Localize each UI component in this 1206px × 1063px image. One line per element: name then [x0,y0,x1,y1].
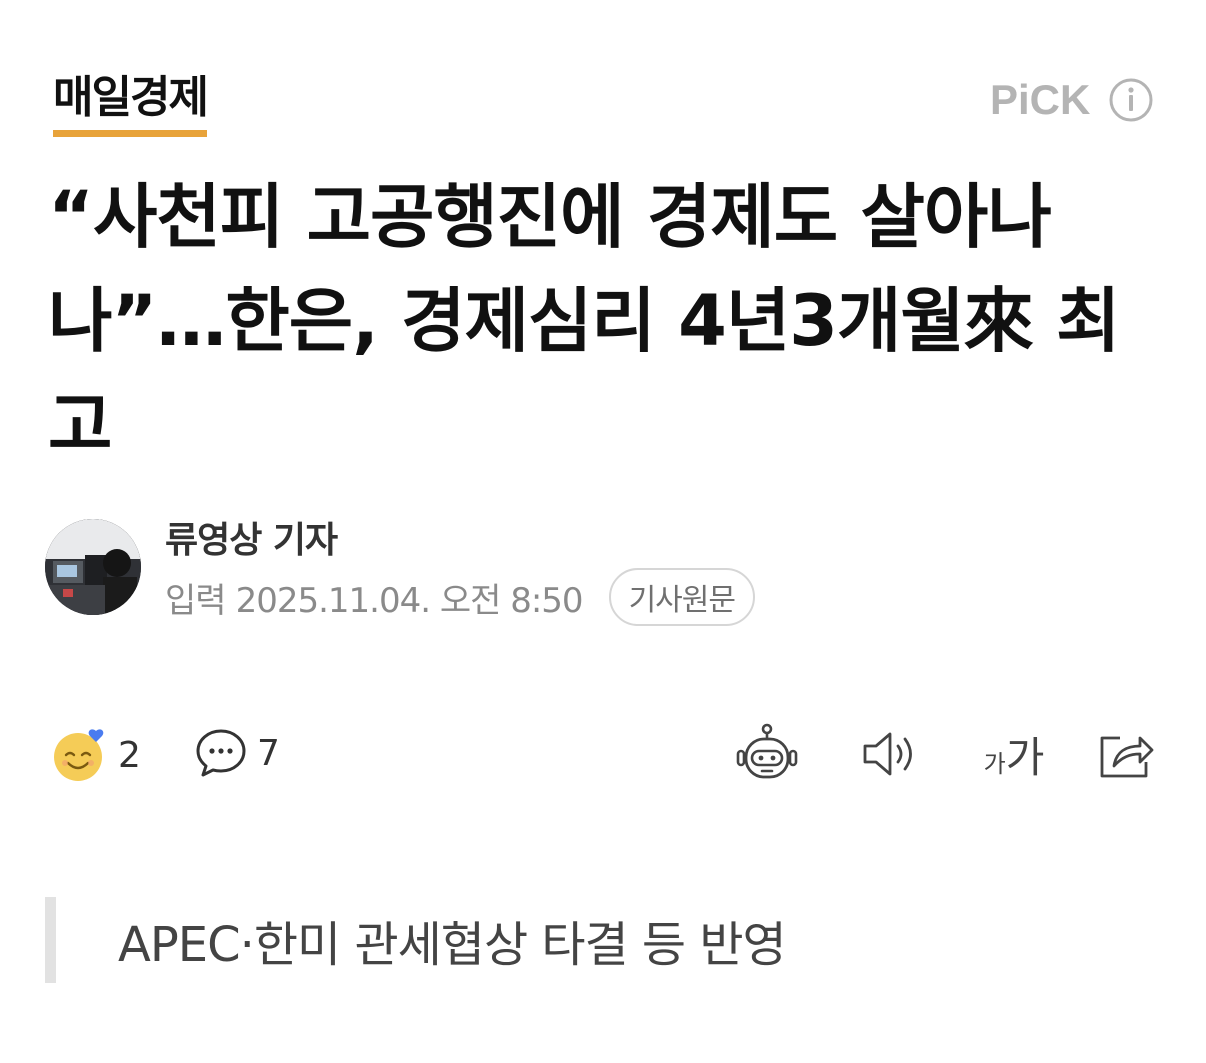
font-size-large-label: 가 [1005,732,1045,782]
date-label: 입력 [165,580,227,621]
comment-count: 7 [257,732,280,774]
info-circle-icon[interactable] [1108,77,1154,123]
tts-button[interactable] [860,721,922,787]
comment-button[interactable]: 7 [195,727,280,779]
publish-date: 2025.11.04. 오전 8:50 [235,580,584,621]
article-subheading: APEC·한미 관세협상 타결 등 반영 [45,897,787,983]
speaker-icon [863,732,912,776]
press-header: 매일경제 PiCK [0,0,1206,150]
comment-bubble-icon [196,729,246,777]
original-article-button[interactable]: 기사원문 [608,568,755,626]
article-headline: “사천피 고공행진에 경제도 살아나나”…한은, 경제심리 4년3개월來 최고 [48,176,1121,466]
font-size-button[interactable]: 가 가 [978,721,1050,787]
date-row: 입력 2025.11.04. 오전 8:50 기사원문 [165,568,755,626]
reaction-count: 2 [118,734,141,776]
robot-summary-icon [736,723,798,779]
share-button[interactable] [1096,721,1156,787]
press-logo[interactable]: 매일경제 [53,72,209,137]
pick-label: PiCK [990,76,1091,123]
share-icon [1100,736,1154,778]
action-bar: 2 7 가 가 [0,715,1206,795]
font-size-small-label: 가 [983,749,1006,778]
reporter-avatar[interactable] [45,519,141,615]
summary-bot-button[interactable] [734,721,800,787]
reaction-button[interactable]: 2 [52,727,141,783]
smiley-reaction-icon [54,729,104,781]
reporter-name[interactable]: 류영상 기자 [165,517,338,565]
